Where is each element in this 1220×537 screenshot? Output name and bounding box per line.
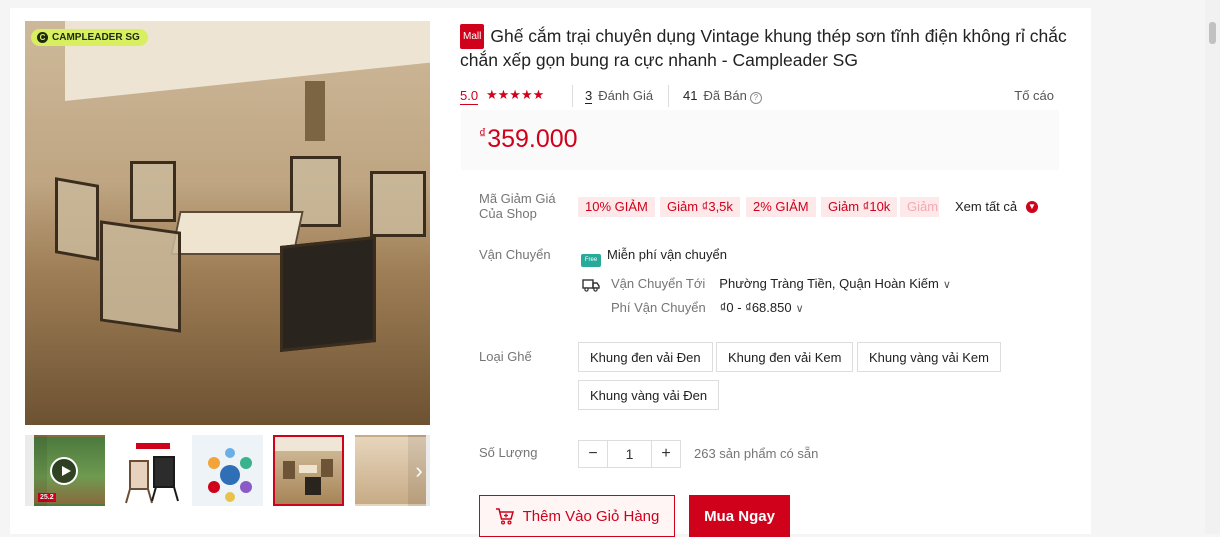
free-shipping-icon: Free <box>581 254 601 267</box>
thumbnail-image-selected[interactable] <box>273 435 344 506</box>
variant-option[interactable]: Khung đen vải Đen <box>578 342 713 372</box>
voucher-chip[interactable]: Giảm ₫3,5k <box>660 197 740 217</box>
chair-shape <box>55 177 99 261</box>
page-scrollbar[interactable] <box>1205 0 1220 534</box>
add-to-cart-button[interactable]: Thêm Vào Giỏ Hàng <box>479 495 675 537</box>
scrollbar-thumb[interactable] <box>1209 22 1216 44</box>
play-icon <box>50 457 78 485</box>
brand-logo: C CAMPLEADER SG <box>31 29 148 46</box>
chair-illustration-icon <box>125 443 179 504</box>
thumbnail-next-arrow[interactable]: › <box>408 435 430 506</box>
shipping-label: Vận Chuyển <box>479 247 551 262</box>
rating-score[interactable]: 5.0 <box>460 88 479 105</box>
free-shipping-text: Miễn phí vận chuyển <box>607 247 727 262</box>
product-title-text: Ghế cắm trại chuyên dụng Vintage khung t… <box>460 26 1067 70</box>
thumbnail-prev-arrow[interactable] <box>25 435 47 506</box>
voucher-label: Mã Giảm Giá Của Shop <box>479 191 556 221</box>
shipping-destination-select[interactable]: Phường Tràng Tiền, Quận Hoàn Kiếm ∨ <box>719 276 951 291</box>
quantity-decrease-button[interactable]: − <box>578 440 608 468</box>
see-all-vouchers-link[interactable]: Xem tất cả <box>955 197 1017 217</box>
shipping-fee-label: Phí Vận Chuyển <box>611 300 706 315</box>
chair-shape <box>130 161 176 222</box>
shipping-fee-value: ₫0 - ₫68.850 <box>719 300 792 315</box>
voucher-chip-partial[interactable]: Giảm <box>900 197 939 217</box>
variant-label: Loại Ghế <box>479 349 532 364</box>
shipping-destination-label: Vận Chuyển Tới <box>611 276 706 291</box>
buy-now-label: Mua Ngay <box>704 507 775 525</box>
sold-count: 41 Đã Bán? <box>683 88 762 104</box>
variant-option[interactable]: Khung vàng vải Kem <box>857 342 1001 372</box>
shipping-fee-select[interactable]: ₫0 - ₫68.850 ∨ <box>720 300 804 315</box>
review-count-number: 3 <box>585 88 593 104</box>
sold-count-number: 41 <box>683 88 698 103</box>
variant-option[interactable]: Khung đen vải Kem <box>716 342 854 372</box>
product-title: Mall Ghế cắm trại chuyên dụng Vintage khu… <box>460 24 1070 72</box>
currency-symbol: ₫ <box>479 125 487 141</box>
price-box: ₫359.000 <box>461 110 1059 170</box>
variant-option[interactable]: Khung vàng vải Đen <box>578 380 720 410</box>
chevron-down-icon: ∨ <box>942 279 951 291</box>
voucher-chip[interactable]: Giảm ₫10k <box>821 197 898 217</box>
free-shipping: Free Miễn phí vận chuyển <box>581 247 727 267</box>
quantity-input[interactable]: 1 <box>607 440 652 468</box>
chair-shape <box>100 220 181 333</box>
review-count-label: Đánh Giá <box>598 88 654 103</box>
mall-badge: Mall <box>460 24 485 49</box>
divider <box>572 85 573 107</box>
help-icon[interactable]: ? <box>749 92 762 104</box>
voucher-list: 10% GIẢM Giảm ₫3,5k 2% GIẢM Giảm ₫10k Gi… <box>578 197 1058 217</box>
chair-shape <box>280 235 376 353</box>
add-to-cart-label: Thêm Vào Giỏ Hàng <box>522 507 660 525</box>
product-price: ₫359.000 <box>479 125 578 154</box>
brand-logo-text: CAMPLEADER SG <box>52 32 140 43</box>
thumbnail-image[interactable] <box>116 435 187 506</box>
infographic-icon <box>208 448 252 502</box>
review-count[interactable]: 3 Đánh Giá <box>585 88 654 104</box>
sold-count-label: Đã Bán <box>703 88 747 103</box>
thumbnail-image[interactable] <box>192 435 263 506</box>
shipping-destination-row: Vận Chuyển Tới Phường Tràng Tiền, Quận Ho… <box>611 276 951 291</box>
chairs-scene-icon <box>275 437 342 495</box>
chevron-down-icon: ∨ <box>795 303 804 315</box>
tree-trunk <box>305 81 325 141</box>
shipping-destination-value: Phường Tràng Tiền, Quận Hoàn Kiếm <box>719 276 939 291</box>
quantity-increase-button[interactable]: + <box>651 440 681 468</box>
truck-icon <box>582 279 600 292</box>
price-value: 359.000 <box>487 125 578 153</box>
voucher-chip[interactable]: 2% GIẢM <box>746 197 816 217</box>
star-rating-icon: ★★★★★ <box>486 87 545 102</box>
rating-row: 5.0 ★★★★★ 3 Đánh Giá 41 Đã Bán? Tố cáo <box>460 85 1060 108</box>
report-link[interactable]: Tố cáo <box>1014 88 1054 103</box>
brand-mark-icon: C <box>37 32 48 43</box>
stock-available: 263 sản phẩm có sẵn <box>694 446 819 461</box>
divider <box>668 85 669 107</box>
chevron-down-icon[interactable]: ▼ <box>1026 201 1038 213</box>
chair-shape <box>370 171 426 237</box>
shipping-fee-row: Phí Vận Chuyển ₫0 - ₫68.850 ∨ <box>611 300 804 315</box>
cart-icon <box>495 508 514 525</box>
voucher-chip[interactable]: 10% GIẢM <box>578 197 655 217</box>
main-product-image[interactable]: C CAMPLEADER SG <box>25 21 430 425</box>
quantity-label: Số Lượng <box>479 445 538 460</box>
product-card: C CAMPLEADER SG 25.2 › Mall Ghế cắm trại… <box>10 8 1091 537</box>
buy-now-button[interactable]: Mua Ngay <box>689 495 790 537</box>
thumbnail-strip: 25.2 › <box>25 435 430 510</box>
